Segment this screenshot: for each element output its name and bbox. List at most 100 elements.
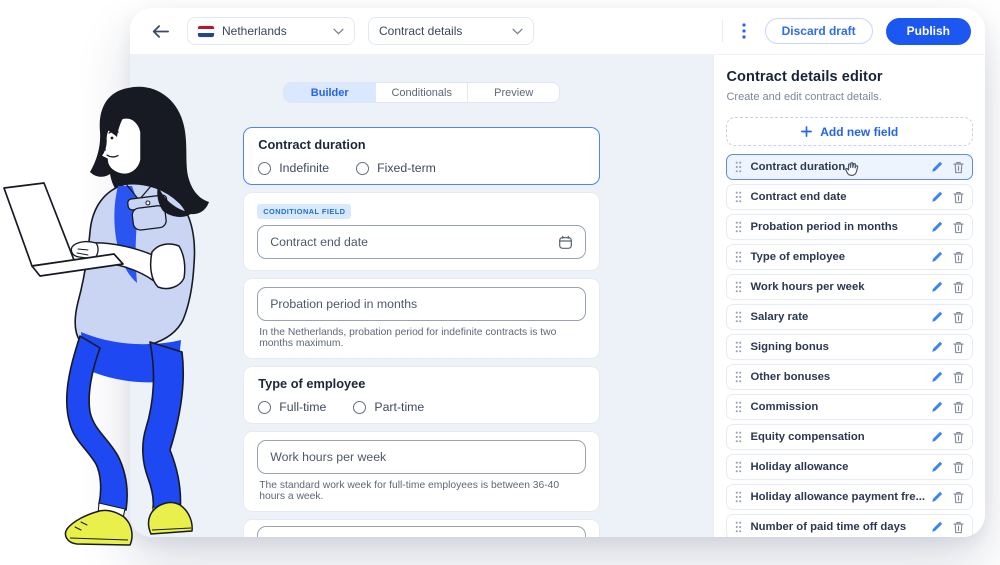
edit-field-icon[interactable]: [931, 491, 943, 503]
drag-handle-icon[interactable]: [735, 281, 742, 293]
edit-field-icon[interactable]: [931, 401, 943, 413]
edit-field-icon[interactable]: [931, 371, 943, 383]
drag-handle-icon[interactable]: [735, 221, 742, 233]
drag-handle-icon[interactable]: [735, 401, 742, 413]
radio-indefinite[interactable]: Indefinite: [258, 161, 329, 175]
edit-field-icon[interactable]: [931, 191, 943, 203]
discard-draft-button[interactable]: Discard draft: [765, 18, 873, 44]
field-item-label: Holiday allowance payment fre...: [750, 491, 925, 503]
input-placeholder: Work hours per week: [270, 450, 386, 464]
drag-handle-icon[interactable]: [735, 491, 742, 503]
field-item-label: Contract end date: [750, 191, 925, 203]
delete-field-icon[interactable]: [953, 161, 964, 174]
panel-subtitle: Create and edit contract details.: [726, 91, 973, 103]
field-list-item[interactable]: Other bonuses: [726, 364, 973, 390]
delete-field-icon[interactable]: [953, 431, 964, 444]
publish-button[interactable]: Publish: [886, 18, 971, 45]
radio-full-time[interactable]: Full-time: [258, 400, 326, 414]
drag-handle-icon[interactable]: [735, 311, 742, 323]
add-new-field-button[interactable]: Add new field: [726, 117, 973, 146]
field-list-item[interactable]: Holiday allowance payment fre...: [726, 484, 973, 510]
builder-canvas: Builder Conditionals Preview Contract du…: [130, 55, 713, 537]
field-item-label: Holiday allowance: [750, 461, 925, 473]
tab-builder[interactable]: Builder: [284, 83, 376, 102]
field-list-item[interactable]: Commission: [726, 394, 973, 420]
drag-handle-icon[interactable]: [735, 521, 742, 533]
app-window: Netherlands Contract details Discard dra…: [130, 8, 985, 537]
radio-icon[interactable]: [356, 162, 369, 175]
edit-field-icon[interactable]: [931, 431, 943, 443]
delete-field-icon[interactable]: [953, 401, 964, 414]
delete-field-icon[interactable]: [953, 521, 964, 534]
delete-field-icon[interactable]: [953, 341, 964, 354]
radio-icon[interactable]: [258, 162, 271, 175]
drag-handle-icon[interactable]: [735, 251, 742, 263]
country-select[interactable]: Netherlands: [187, 17, 355, 45]
probation-helper-text: In the Netherlands, probation period for…: [259, 327, 586, 349]
edit-field-icon[interactable]: [931, 251, 943, 263]
drag-handle-icon[interactable]: [735, 461, 742, 473]
salary-rate-select[interactable]: Salary rate: [257, 526, 586, 537]
field-list-item[interactable]: Contract duration: [726, 154, 973, 180]
chevron-down-icon: [333, 28, 344, 35]
edit-field-icon[interactable]: [931, 461, 943, 473]
plus-icon: [801, 126, 812, 137]
field-card-contract-end-date[interactable]: CONDITIONAL FIELD Contract end date: [243, 192, 600, 271]
field-card-probation[interactable]: Probation period in months In the Nether…: [243, 278, 600, 359]
delete-field-icon[interactable]: [953, 491, 964, 504]
field-list-item[interactable]: Signing bonus: [726, 334, 973, 360]
field-list-item[interactable]: Equity compensation: [726, 424, 973, 450]
field-list-item[interactable]: Salary rate: [726, 304, 973, 330]
delete-field-icon[interactable]: [953, 371, 964, 384]
tab-conditionals[interactable]: Conditionals: [376, 83, 468, 102]
edit-field-icon[interactable]: [931, 161, 943, 173]
form-column: Contract duration Indefinite Fixed-term: [243, 127, 600, 537]
delete-field-icon[interactable]: [953, 281, 964, 294]
radio-icon[interactable]: [353, 401, 366, 414]
drag-handle-icon[interactable]: [735, 371, 742, 383]
delete-field-icon[interactable]: [953, 311, 964, 324]
field-list-item[interactable]: Number of paid time off days: [726, 514, 973, 537]
field-card-contract-duration[interactable]: Contract duration Indefinite Fixed-term: [243, 127, 600, 185]
field-list-item[interactable]: Holiday allowance: [726, 454, 973, 480]
field-list-item[interactable]: Probation period in months: [726, 214, 973, 240]
field-item-label: Other bonuses: [750, 371, 925, 383]
probation-input[interactable]: Probation period in months: [257, 287, 586, 321]
field-item-label: Salary rate: [750, 311, 925, 323]
field-list-item[interactable]: Type of employee: [726, 244, 973, 270]
view-tabs: Builder Conditionals Preview: [283, 82, 560, 103]
field-card-employee-type[interactable]: Type of employee Full-time Part-time: [243, 366, 600, 424]
calendar-icon[interactable]: [558, 235, 573, 250]
field-card-work-hours[interactable]: Work hours per week The standard work we…: [243, 431, 600, 512]
drag-handle-icon[interactable]: [735, 431, 742, 443]
edit-field-icon[interactable]: [931, 341, 943, 353]
back-button[interactable]: [146, 17, 174, 45]
field-card-salary-rate[interactable]: Salary rate: [243, 519, 600, 537]
radio-fixed-term[interactable]: Fixed-term: [356, 161, 436, 175]
contract-end-date-input[interactable]: Contract end date: [257, 225, 586, 259]
edit-field-icon[interactable]: [931, 311, 943, 323]
delete-field-icon[interactable]: [953, 191, 964, 204]
field-item-label: Contract duration: [750, 161, 925, 173]
kebab-menu-icon: [742, 23, 746, 39]
tab-preview[interactable]: Preview: [468, 83, 559, 102]
drag-handle-icon[interactable]: [735, 161, 742, 173]
drag-handle-icon[interactable]: [735, 341, 742, 353]
edit-field-icon[interactable]: [931, 221, 943, 233]
document-select[interactable]: Contract details: [368, 17, 534, 45]
field-list-item[interactable]: Contract end date: [726, 184, 973, 210]
work-hours-input[interactable]: Work hours per week: [257, 440, 586, 474]
input-placeholder: Probation period in months: [270, 297, 417, 311]
radio-icon[interactable]: [258, 401, 271, 414]
field-list-item[interactable]: Work hours per week: [726, 274, 973, 300]
more-options-button[interactable]: [736, 22, 752, 40]
field-item-label: Commission: [750, 401, 925, 413]
delete-field-icon[interactable]: [953, 221, 964, 234]
edit-field-icon[interactable]: [931, 281, 943, 293]
edit-field-icon[interactable]: [931, 521, 943, 533]
radio-label: Fixed-term: [377, 161, 436, 175]
delete-field-icon[interactable]: [953, 461, 964, 474]
radio-part-time[interactable]: Part-time: [353, 400, 424, 414]
drag-handle-icon[interactable]: [735, 191, 742, 203]
delete-field-icon[interactable]: [953, 251, 964, 264]
